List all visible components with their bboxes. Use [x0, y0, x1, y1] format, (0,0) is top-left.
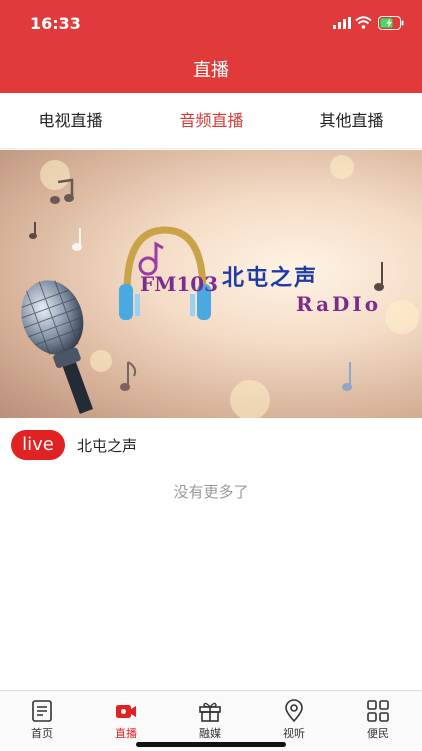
live-list-item[interactable]: live 北屯之声	[0, 418, 422, 472]
bokeh-light	[230, 380, 270, 418]
status-time: 16:33	[30, 14, 81, 33]
music-note-icon	[120, 361, 137, 391]
grid-icon	[367, 700, 389, 722]
music-note-icon	[50, 178, 74, 204]
station-name: 北屯之声	[222, 266, 319, 291]
document-icon	[32, 700, 52, 722]
bokeh-light	[385, 300, 419, 334]
tabbar-label: 首页	[31, 727, 53, 740]
music-note-icon	[29, 222, 37, 239]
gift-icon	[199, 702, 221, 722]
music-note-icon	[72, 228, 82, 251]
tabbar-label: 视听	[283, 727, 305, 740]
app-header: 16:33 直播	[0, 0, 422, 93]
radio-text: RaDIo	[296, 292, 382, 316]
station-code: FM103	[140, 272, 219, 296]
music-note-icon	[374, 262, 384, 291]
no-more-text: 没有更多了	[173, 483, 249, 501]
home-indicator	[136, 742, 286, 747]
signal-icon	[333, 17, 351, 29]
live-item-name: 北屯之声	[77, 437, 138, 455]
tabbar-services[interactable]: 便民	[336, 691, 420, 751]
music-note-icon	[342, 362, 352, 391]
tabbar-home[interactable]: 首页	[0, 691, 84, 751]
battery-icon	[378, 16, 404, 30]
status-bar: 16:33	[0, 0, 422, 48]
tab-tv-live[interactable]: 电视直播	[0, 93, 141, 149]
bokeh-light	[330, 155, 354, 179]
tabbar-label: 便民	[367, 727, 389, 740]
video-camera-icon	[116, 705, 136, 718]
tab-audio-live[interactable]: 音频直播	[141, 93, 282, 149]
tab-other-live[interactable]: 其他直播	[281, 93, 422, 149]
bottom-tab-bar: 首页 直播 融媒 视听 便民	[0, 690, 422, 750]
live-tab-bar: 电视直播 音频直播 其他直播	[0, 93, 422, 149]
tabbar-label: 直播	[115, 727, 137, 740]
page-title: 直播	[193, 60, 229, 81]
live-badge: live	[11, 430, 65, 460]
wifi-icon	[355, 16, 372, 29]
location-pin-icon	[285, 699, 303, 723]
radio-banner[interactable]: FM103 北屯之声 RaDIo	[0, 150, 422, 418]
microphone-icon	[21, 280, 94, 414]
tabbar-label: 融媒	[199, 727, 221, 740]
